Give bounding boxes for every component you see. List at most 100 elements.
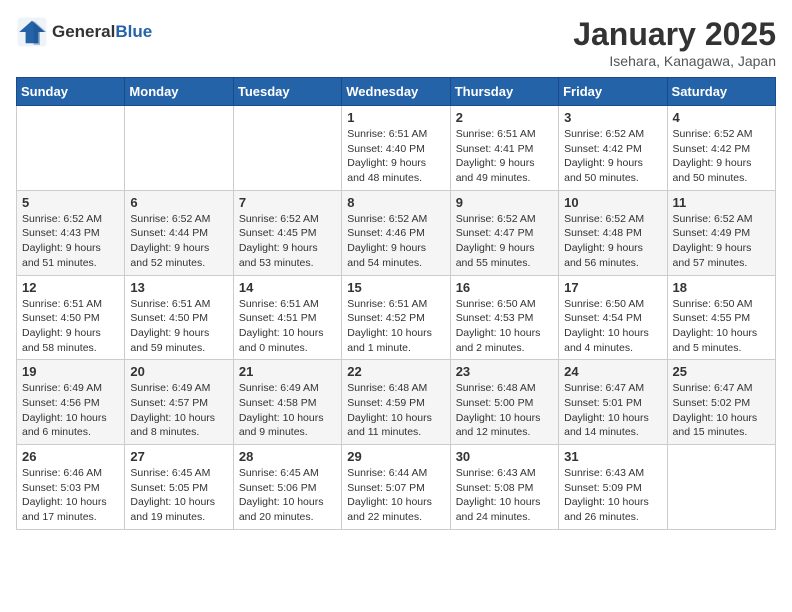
logo-blue: Blue [115, 22, 152, 41]
table-row: 29 Sunrise: 6:44 AM Sunset: 5:07 PM Dayli… [342, 445, 450, 530]
day-info: Sunrise: 6:45 AM Sunset: 5:06 PM Dayligh… [239, 466, 336, 525]
day-info: Sunrise: 6:50 AM Sunset: 4:54 PM Dayligh… [564, 297, 661, 356]
col-sunday: Sunday [17, 78, 125, 106]
day-info: Sunrise: 6:49 AM Sunset: 4:58 PM Dayligh… [239, 381, 336, 440]
day-number: 29 [347, 449, 444, 464]
col-monday: Monday [125, 78, 233, 106]
table-row: 11 Sunrise: 6:52 AM Sunset: 4:49 PM Dayli… [667, 190, 775, 275]
day-number: 28 [239, 449, 336, 464]
table-row: 12 Sunrise: 6:51 AM Sunset: 4:50 PM Dayli… [17, 275, 125, 360]
table-row: 31 Sunrise: 6:43 AM Sunset: 5:09 PM Dayli… [559, 445, 667, 530]
day-number: 20 [130, 364, 227, 379]
table-row [17, 106, 125, 191]
day-info: Sunrise: 6:52 AM Sunset: 4:46 PM Dayligh… [347, 212, 444, 271]
calendar-week-row: 5 Sunrise: 6:52 AM Sunset: 4:43 PM Daylig… [17, 190, 776, 275]
day-info: Sunrise: 6:52 AM Sunset: 4:49 PM Dayligh… [673, 212, 770, 271]
table-row: 26 Sunrise: 6:46 AM Sunset: 5:03 PM Dayli… [17, 445, 125, 530]
calendar-header-row: Sunday Monday Tuesday Wednesday Thursday… [17, 78, 776, 106]
table-row: 13 Sunrise: 6:51 AM Sunset: 4:50 PM Dayli… [125, 275, 233, 360]
table-row: 22 Sunrise: 6:48 AM Sunset: 4:59 PM Dayli… [342, 360, 450, 445]
table-row: 2 Sunrise: 6:51 AM Sunset: 4:41 PM Daylig… [450, 106, 558, 191]
day-info: Sunrise: 6:43 AM Sunset: 5:08 PM Dayligh… [456, 466, 553, 525]
day-info: Sunrise: 6:51 AM Sunset: 4:41 PM Dayligh… [456, 127, 553, 186]
logo-text: GeneralBlue [52, 22, 152, 42]
col-thursday: Thursday [450, 78, 558, 106]
day-number: 4 [673, 110, 770, 125]
calendar-week-row: 19 Sunrise: 6:49 AM Sunset: 4:56 PM Dayli… [17, 360, 776, 445]
day-info: Sunrise: 6:51 AM Sunset: 4:52 PM Dayligh… [347, 297, 444, 356]
day-number: 1 [347, 110, 444, 125]
day-number: 18 [673, 280, 770, 295]
day-number: 9 [456, 195, 553, 210]
day-info: Sunrise: 6:47 AM Sunset: 5:02 PM Dayligh… [673, 381, 770, 440]
day-number: 3 [564, 110, 661, 125]
day-number: 19 [22, 364, 119, 379]
day-info: Sunrise: 6:51 AM Sunset: 4:50 PM Dayligh… [130, 297, 227, 356]
day-number: 5 [22, 195, 119, 210]
logo-general: General [52, 22, 115, 41]
day-number: 17 [564, 280, 661, 295]
table-row: 6Sunrise: 6:52 AM Sunset: 4:44 PM Daylig… [125, 190, 233, 275]
day-number: 12 [22, 280, 119, 295]
day-number: 24 [564, 364, 661, 379]
table-row: 19 Sunrise: 6:49 AM Sunset: 4:56 PM Dayli… [17, 360, 125, 445]
table-row: 25 Sunrise: 6:47 AM Sunset: 5:02 PM Dayli… [667, 360, 775, 445]
day-number: 8 [347, 195, 444, 210]
table-row: 9Sunrise: 6:52 AM Sunset: 4:47 PM Daylig… [450, 190, 558, 275]
day-info: Sunrise: 6:46 AM Sunset: 5:03 PM Dayligh… [22, 466, 119, 525]
table-row: 24 Sunrise: 6:47 AM Sunset: 5:01 PM Dayli… [559, 360, 667, 445]
day-info: Sunrise: 6:51 AM Sunset: 4:51 PM Dayligh… [239, 297, 336, 356]
table-row: 20 Sunrise: 6:49 AM Sunset: 4:57 PM Dayli… [125, 360, 233, 445]
col-wednesday: Wednesday [342, 78, 450, 106]
logo: GeneralBlue [16, 16, 152, 48]
day-info: Sunrise: 6:52 AM Sunset: 4:45 PM Dayligh… [239, 212, 336, 271]
logo-icon [16, 16, 48, 48]
day-number: 30 [456, 449, 553, 464]
table-row: 30 Sunrise: 6:43 AM Sunset: 5:08 PM Dayli… [450, 445, 558, 530]
calendar-title: January 2025 [573, 16, 776, 53]
table-row: 16 Sunrise: 6:50 AM Sunset: 4:53 PM Dayli… [450, 275, 558, 360]
table-row: 3Sunrise: 6:52 AM Sunset: 4:42 PM Daylig… [559, 106, 667, 191]
table-row: 27 Sunrise: 6:45 AM Sunset: 5:05 PM Dayli… [125, 445, 233, 530]
day-number: 2 [456, 110, 553, 125]
table-row: 17 Sunrise: 6:50 AM Sunset: 4:54 PM Dayli… [559, 275, 667, 360]
table-row: 5 Sunrise: 6:52 AM Sunset: 4:43 PM Daylig… [17, 190, 125, 275]
day-info: Sunrise: 6:49 AM Sunset: 4:57 PM Dayligh… [130, 381, 227, 440]
day-info: Sunrise: 6:52 AM Sunset: 4:43 PM Dayligh… [22, 212, 119, 271]
calendar-week-row: 12 Sunrise: 6:51 AM Sunset: 4:50 PM Dayli… [17, 275, 776, 360]
day-info: Sunrise: 6:50 AM Sunset: 4:55 PM Dayligh… [673, 297, 770, 356]
day-number: 22 [347, 364, 444, 379]
day-info: Sunrise: 6:44 AM Sunset: 5:07 PM Dayligh… [347, 466, 444, 525]
table-row: 14Sunrise: 6:51 AM Sunset: 4:51 PM Dayli… [233, 275, 341, 360]
day-number: 7 [239, 195, 336, 210]
day-info: Sunrise: 6:50 AM Sunset: 4:53 PM Dayligh… [456, 297, 553, 356]
table-row: 18 Sunrise: 6:50 AM Sunset: 4:55 PM Dayli… [667, 275, 775, 360]
day-info: Sunrise: 6:48 AM Sunset: 4:59 PM Dayligh… [347, 381, 444, 440]
table-row [233, 106, 341, 191]
day-info: Sunrise: 6:47 AM Sunset: 5:01 PM Dayligh… [564, 381, 661, 440]
day-number: 26 [22, 449, 119, 464]
day-info: Sunrise: 6:43 AM Sunset: 5:09 PM Dayligh… [564, 466, 661, 525]
day-info: Sunrise: 6:52 AM Sunset: 4:48 PM Dayligh… [564, 212, 661, 271]
title-block: January 2025 Isehara, Kanagawa, Japan [573, 16, 776, 69]
table-row: 28 Sunrise: 6:45 AM Sunset: 5:06 PM Dayli… [233, 445, 341, 530]
day-number: 6 [130, 195, 227, 210]
day-info: Sunrise: 6:51 AM Sunset: 4:50 PM Dayligh… [22, 297, 119, 356]
day-number: 27 [130, 449, 227, 464]
table-row [125, 106, 233, 191]
table-row: 21 Sunrise: 6:49 AM Sunset: 4:58 PM Dayli… [233, 360, 341, 445]
day-number: 13 [130, 280, 227, 295]
day-number: 25 [673, 364, 770, 379]
table-row [667, 445, 775, 530]
table-row: 1Sunrise: 6:51 AM Sunset: 4:40 PM Daylig… [342, 106, 450, 191]
day-info: Sunrise: 6:45 AM Sunset: 5:05 PM Dayligh… [130, 466, 227, 525]
day-number: 16 [456, 280, 553, 295]
table-row: 15Sunrise: 6:51 AM Sunset: 4:52 PM Dayli… [342, 275, 450, 360]
day-number: 11 [673, 195, 770, 210]
col-tuesday: Tuesday [233, 78, 341, 106]
day-number: 31 [564, 449, 661, 464]
col-saturday: Saturday [667, 78, 775, 106]
page-header: GeneralBlue January 2025 Isehara, Kanaga… [16, 16, 776, 69]
day-number: 21 [239, 364, 336, 379]
day-info: Sunrise: 6:49 AM Sunset: 4:56 PM Dayligh… [22, 381, 119, 440]
